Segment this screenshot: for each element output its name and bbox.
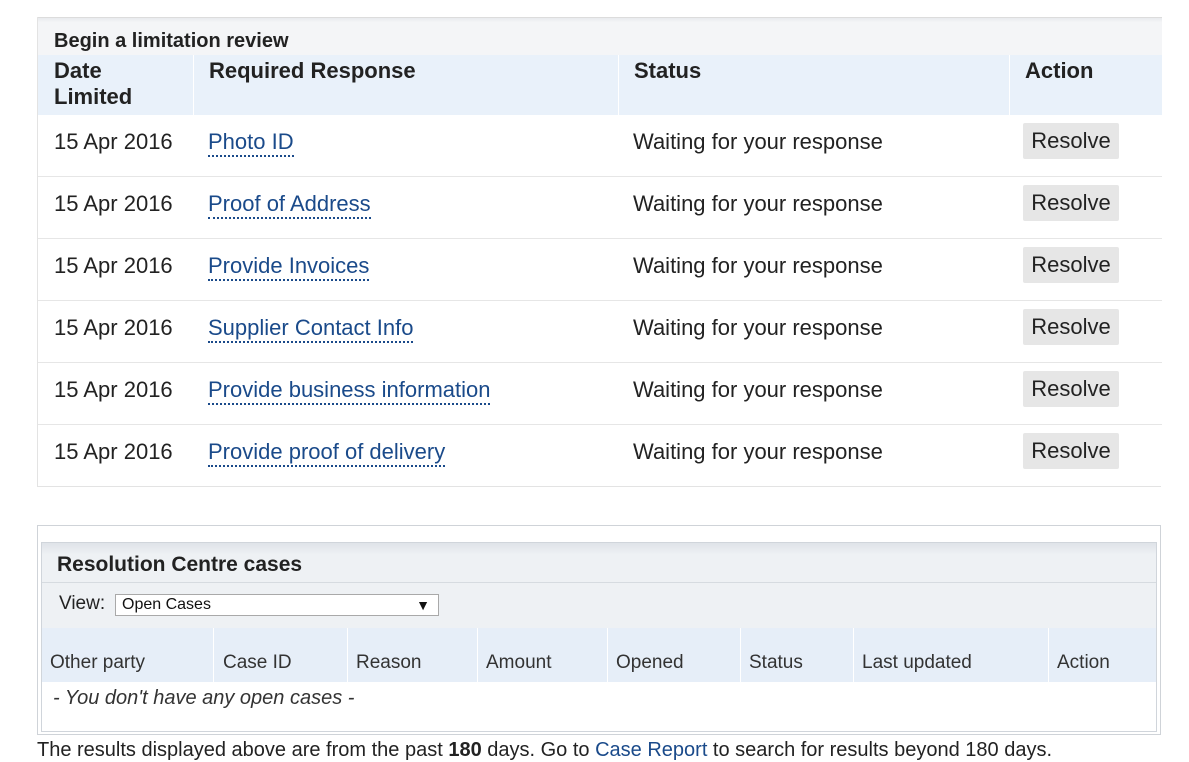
header-action-label: Action: [1025, 58, 1094, 83]
resolve-button[interactable]: Resolve: [1023, 123, 1119, 159]
table-row: 15 Apr 2016 Supplier Contact Info Waitin…: [38, 301, 1162, 363]
required-response-link[interactable]: Supplier Contact Info: [208, 315, 414, 343]
col-other-party: Other party: [50, 652, 146, 673]
header-required-response-label: Required Response: [209, 58, 416, 83]
header-status: Status: [618, 55, 1009, 115]
col-reason: Reason: [347, 628, 477, 682]
resolve-button[interactable]: Resolve: [1023, 309, 1119, 345]
status-text: Waiting for your response: [633, 129, 883, 154]
view-select[interactable]: Open Cases ▼: [115, 594, 439, 616]
required-response-link[interactable]: Photo ID: [208, 129, 294, 157]
status-text: Waiting for your response: [633, 315, 883, 340]
header-status-label: Status: [634, 58, 702, 83]
required-response-link[interactable]: Provide proof of delivery: [208, 439, 446, 467]
status-text: Waiting for your response: [633, 439, 883, 464]
view-label: View:: [59, 593, 106, 614]
table-row: 15 Apr 2016 Provide Invoices Waiting for…: [38, 239, 1162, 301]
date-limited: 15 Apr 2016: [54, 253, 173, 278]
status-text: Waiting for your response: [633, 377, 883, 402]
date-limited: 15 Apr 2016: [54, 377, 173, 402]
limitation-review-panel: Begin a limitation review Date Limited R…: [37, 17, 1162, 487]
footer-text-mid: days. Go to: [481, 739, 596, 761]
resolution-centre-panel: Resolution Centre cases View: Open Cases…: [37, 525, 1161, 735]
required-response-link[interactable]: Provide business information: [208, 377, 491, 405]
resolve-button[interactable]: Resolve: [1023, 247, 1119, 283]
date-limited: 15 Apr 2016: [54, 191, 173, 216]
table-row: 15 Apr 2016 Photo ID Waiting for your re…: [38, 115, 1162, 177]
col-opened: Opened: [607, 628, 740, 682]
col-status: Status: [740, 628, 853, 682]
col-last-updated: Last updated: [853, 628, 1048, 682]
col-action: Action: [1048, 628, 1156, 682]
limitation-review-title-bar: Begin a limitation review: [38, 17, 1162, 55]
resolve-button[interactable]: Resolve: [1023, 433, 1119, 469]
empty-cases-message: - You don't have any open cases -: [53, 687, 355, 709]
table-row: 15 Apr 2016 Provide business information…: [38, 363, 1162, 425]
header-required-response: Required Response: [193, 55, 618, 115]
limitation-review-title: Begin a limitation review: [54, 30, 289, 52]
date-limited: 15 Apr 2016: [54, 439, 173, 464]
footer-text-after: to search for results beyond 180 days.: [707, 739, 1053, 761]
resolution-centre-title: Resolution Centre cases: [57, 553, 303, 576]
table-row: 15 Apr 2016 Provide proof of delivery Wa…: [38, 425, 1162, 487]
col-amount: Amount: [477, 628, 607, 682]
col-case-id: Case ID: [213, 628, 347, 682]
resolution-centre-title-bar: Resolution Centre cases: [42, 543, 1156, 583]
limitation-table-header: Date Limited Required Response Status Ac…: [38, 55, 1162, 115]
footer-text-before: The results displayed above are from the…: [37, 739, 449, 761]
required-response-link[interactable]: Provide Invoices: [208, 253, 370, 281]
view-select-value: Open Cases: [122, 596, 211, 613]
footer-days: 180: [448, 739, 482, 761]
required-response-link[interactable]: Proof of Address: [208, 191, 371, 219]
resolve-button[interactable]: Resolve: [1023, 185, 1119, 221]
header-date-limited-label: Date Limited: [54, 58, 133, 109]
date-limited: 15 Apr 2016: [54, 129, 173, 154]
status-text: Waiting for your response: [633, 191, 883, 216]
case-report-link[interactable]: Case Report: [595, 739, 707, 761]
header-date-limited: Date Limited: [38, 55, 194, 115]
resolution-centre-box: Resolution Centre cases View: Open Cases…: [41, 542, 1157, 732]
cases-table-header: Other party Case ID Reason Amount Opened…: [42, 628, 1156, 682]
table-row: 15 Apr 2016 Proof of Address Waiting for…: [38, 177, 1162, 239]
date-limited: 15 Apr 2016: [54, 315, 173, 340]
header-action: Action: [1009, 55, 1162, 115]
resolve-button[interactable]: Resolve: [1023, 371, 1119, 407]
dropdown-arrow-icon: ▼: [416, 597, 430, 613]
view-filter-bar: View: Open Cases ▼: [42, 583, 1156, 628]
status-text: Waiting for your response: [633, 253, 883, 278]
